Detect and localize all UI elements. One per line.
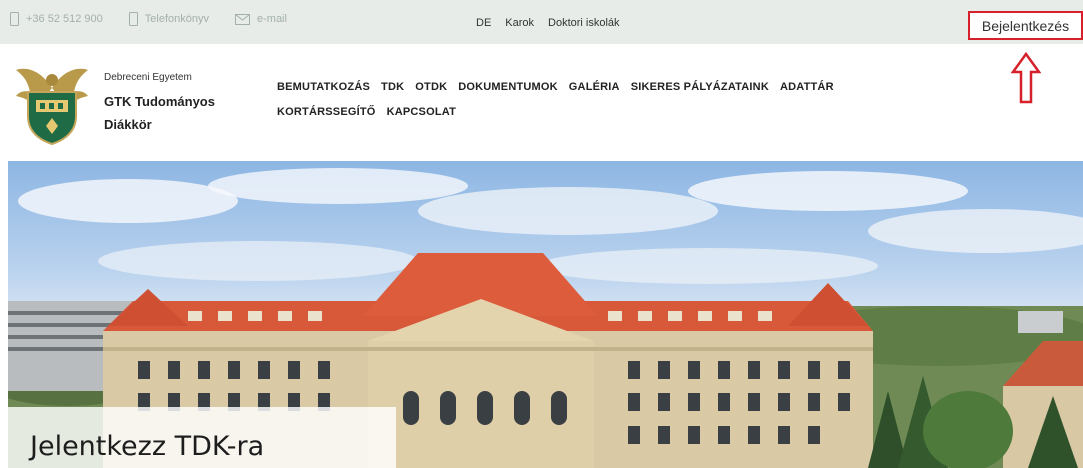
hero-caption-panel: Jelentkezz TDK-ra [8, 407, 396, 468]
hero-title[interactable]: Jelentkezz TDK-ra [30, 431, 264, 462]
nav-item-otdk[interactable]: OTDK [415, 81, 447, 93]
email-label: e-mail [257, 13, 287, 25]
brand-university: Debreceni Egyetem [104, 72, 192, 83]
main-navigation: BEMUTATKOZÁS TDK OTDK DOKUMENTUMOK GALÉR… [277, 81, 897, 118]
login-button[interactable]: Bejelentkezés [968, 11, 1083, 40]
institution-links: DE Karok Doktori iskolák [476, 17, 634, 29]
email-link[interactable]: e-mail [235, 13, 287, 25]
nav-row-1: BEMUTATKOZÁS TDK OTDK DOKUMENTUMOK GALÉR… [277, 81, 897, 93]
nav-item-kapcsolat[interactable]: KAPCSOLAT [387, 106, 456, 118]
brand-title-line2: Diákkör [104, 117, 152, 132]
hero-banner: Jelentkezz TDK-ra [8, 161, 1083, 468]
nav-item-kortarssegito[interactable]: KORTÁRSSEGÍTŐ [277, 106, 376, 118]
link-de[interactable]: DE [476, 17, 491, 29]
link-doktori-iskolak[interactable]: Doktori iskolák [548, 17, 620, 29]
phone-icon [10, 12, 19, 26]
site-brand[interactable]: Debreceni Egyetem GTK Tudományos Diákkör [104, 72, 215, 132]
nav-item-bemutatkozas[interactable]: BEMUTATKOZÁS [277, 81, 370, 93]
phone-number: +36 52 512 900 [26, 13, 103, 25]
nav-item-sikeres-palyazataink[interactable]: SIKERES PÁLYÁZATAINK [631, 81, 769, 93]
nav-item-tdk[interactable]: TDK [381, 81, 404, 93]
phonebook-icon [128, 12, 138, 26]
phonebook-label: Telefonkönyv [144, 13, 209, 25]
nav-item-galeria[interactable]: GALÉRIA [569, 81, 620, 93]
nav-row-2: KORTÁRSSEGÍTŐ KAPCSOLAT [277, 106, 897, 118]
university-logo[interactable] [14, 62, 90, 151]
contact-links: +36 52 512 900 Telefonkönyv e-mail [10, 12, 313, 26]
nav-item-dokumentumok[interactable]: DOKUMENTUMOK [458, 81, 558, 93]
phone-link[interactable]: +36 52 512 900 [10, 12, 103, 26]
phonebook-link[interactable]: Telefonkönyv [128, 12, 209, 26]
link-karok[interactable]: Karok [505, 17, 534, 29]
envelope-icon [235, 13, 250, 25]
brand-title-line1: GTK Tudományos [104, 94, 215, 109]
arrow-up-icon [1010, 51, 1042, 109]
nav-item-adattar[interactable]: ADATTÁR [780, 81, 834, 93]
top-utility-bar: +36 52 512 900 Telefonkönyv e-mail DE Ka… [0, 0, 1083, 44]
